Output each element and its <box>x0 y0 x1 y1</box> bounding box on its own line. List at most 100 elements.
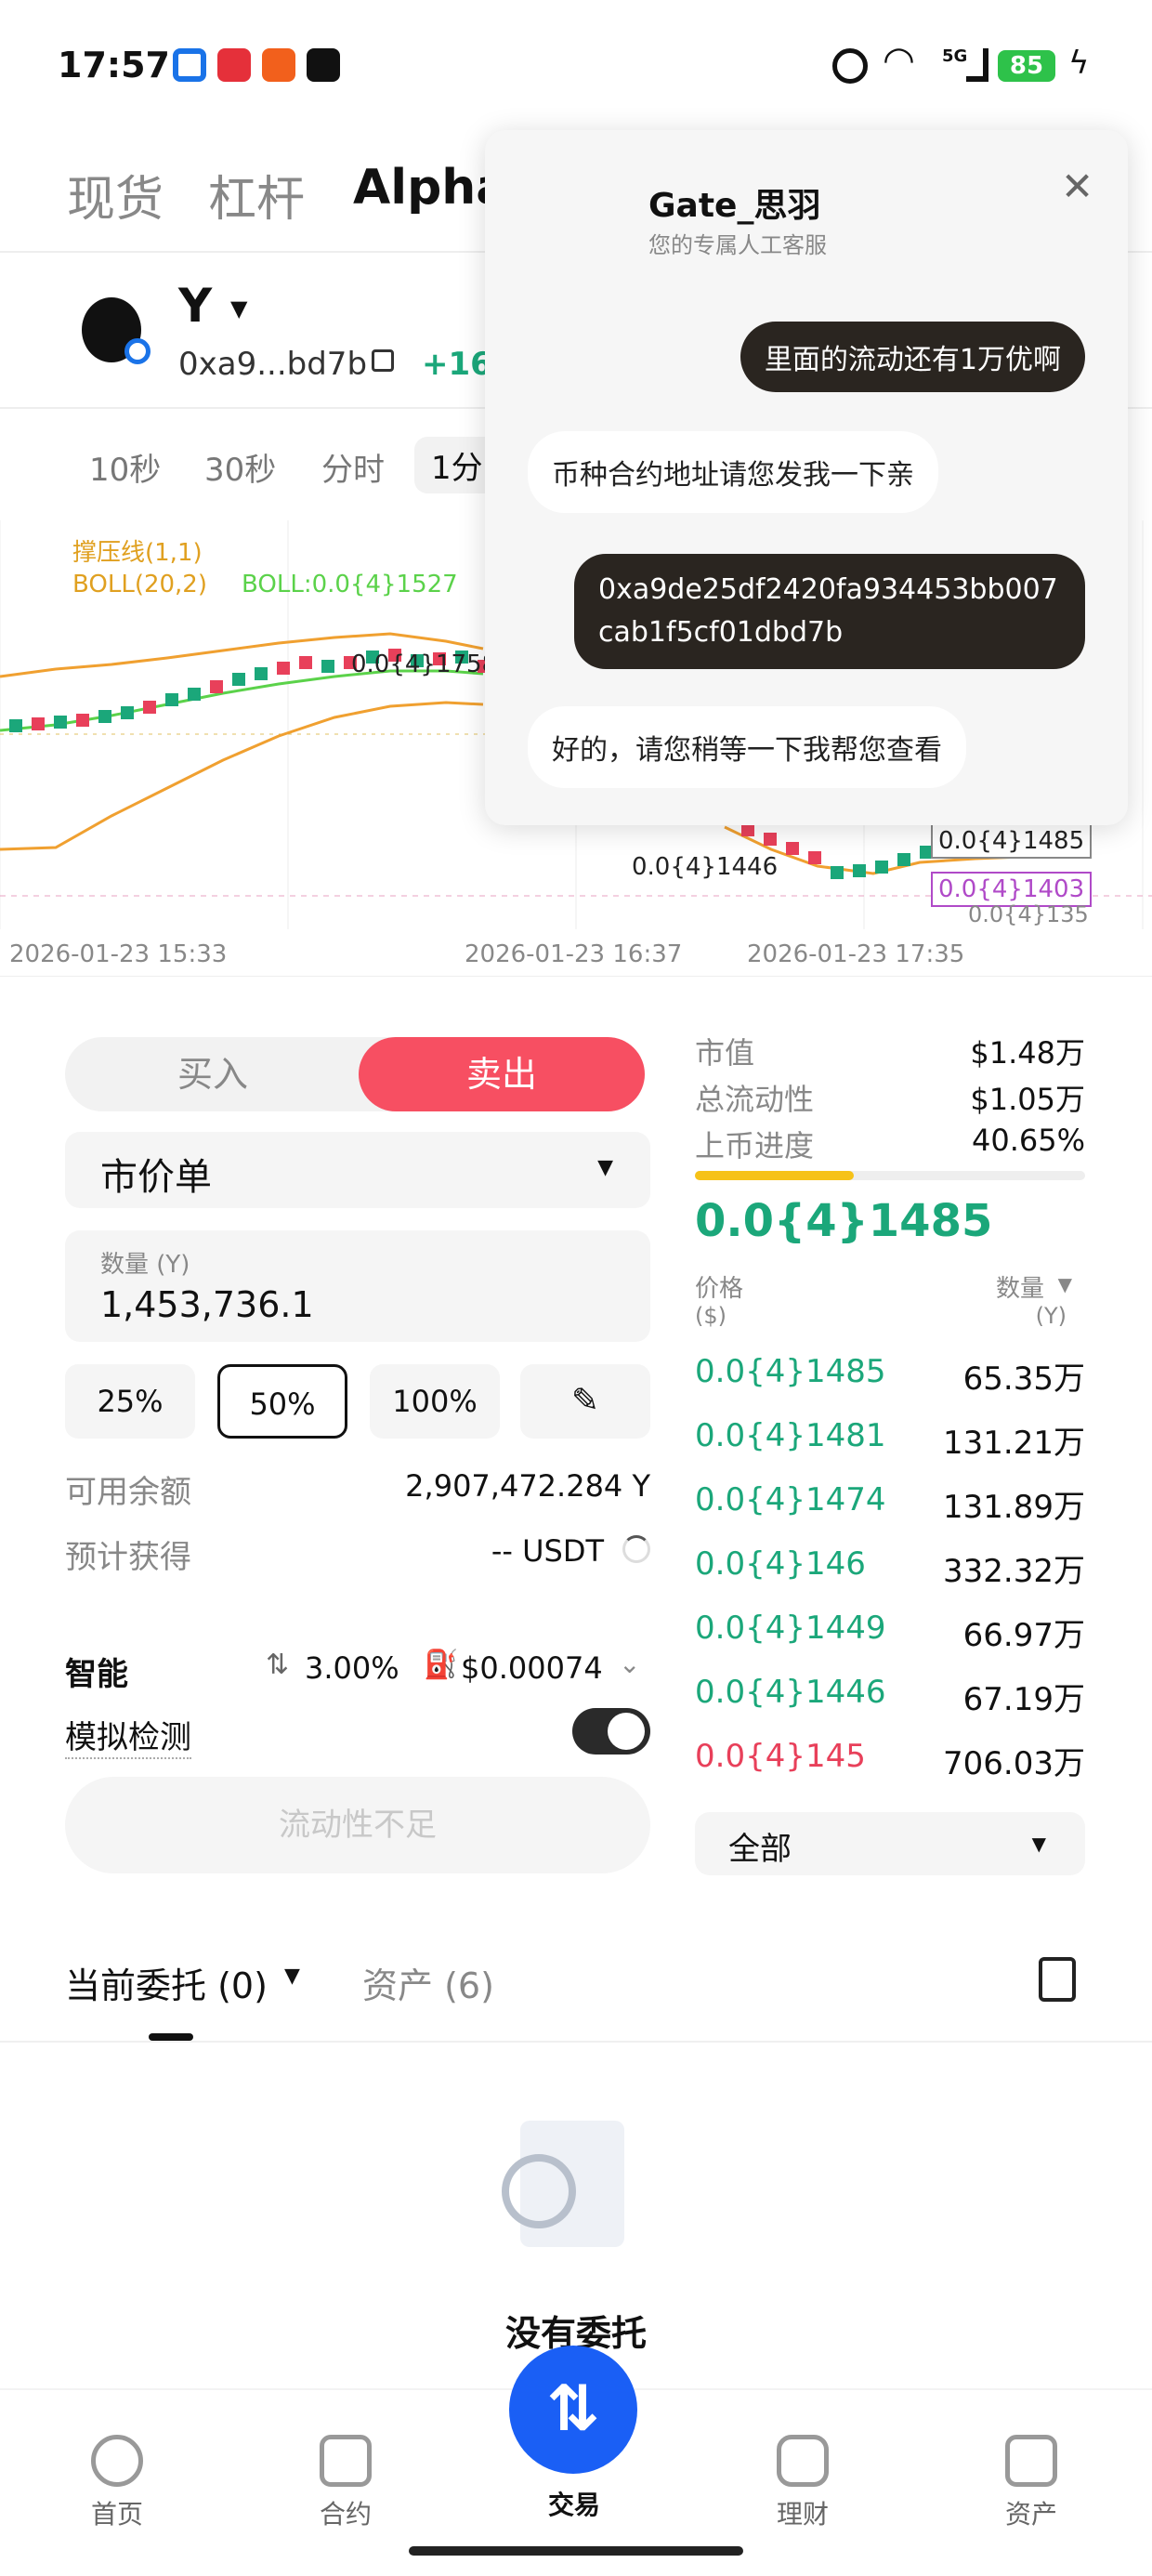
candle <box>277 662 290 675</box>
orderbook-qty: 67.19万 <box>962 1681 1085 1718</box>
nav-home[interactable]: 首页 <box>61 2435 173 2531</box>
candle <box>853 864 866 877</box>
nav-earn[interactable]: 理财 <box>747 2435 858 2531</box>
gas-pump-icon: ⛽ <box>424 1649 459 1681</box>
nav-assets[interactable]: 资产 <box>975 2435 1087 2531</box>
tab-indicator <box>149 2033 193 2041</box>
order-type-value: 市价单 <box>100 1156 212 1199</box>
close-icon[interactable]: ✕ <box>1061 164 1093 209</box>
orderbook-row[interactable]: 0.0{4}1449 66.97万 <box>695 1610 1085 1656</box>
token-address: 0xa9...bd7b <box>178 346 368 383</box>
slippage-icon: ⇅ <box>266 1649 290 1681</box>
smart-label: 智能 <box>65 1656 128 1693</box>
slippage-value[interactable]: 3.00% <box>305 1650 399 1686</box>
quantity-field[interactable]: 数量 (Y) 1,453,736.1 <box>65 1230 650 1342</box>
candle <box>54 716 67 729</box>
candle <box>32 717 45 730</box>
price-header: 价格 <box>695 1275 744 1303</box>
chart-high-marker: 0.0{4}1758 <box>351 651 498 678</box>
orderbook-qty: 131.21万 <box>943 1425 1085 1462</box>
timeframe-30s[interactable]: 30秒 <box>204 444 276 490</box>
sell-tab[interactable]: 卖出 <box>359 1037 645 1111</box>
submit-button[interactable]: 流动性不足 <box>65 1777 650 1873</box>
price-unit: ($) <box>695 1303 727 1329</box>
price-tag-partial: 0.0{4}135 <box>968 901 1089 927</box>
candle <box>808 851 821 864</box>
available-label: 可用余额 <box>65 1474 191 1511</box>
caret-down-icon[interactable]: ▼ <box>1058 1273 1072 1295</box>
caret-down-icon[interactable]: ▼ <box>284 1965 300 1988</box>
candle <box>875 861 888 874</box>
wallet-icon <box>1005 2435 1057 2487</box>
token-symbol[interactable]: Y <box>178 279 212 333</box>
orderbook-price: 0.0{4}1481 <box>695 1417 886 1454</box>
boll-lower-line <box>0 701 484 851</box>
tab-spot[interactable]: 现货 <box>67 160 164 230</box>
orderbook-filter-value: 全部 <box>728 1831 792 1868</box>
nav-futures-label: 合约 <box>319 2499 372 2530</box>
chain-badge-icon <box>124 338 151 364</box>
candle <box>98 710 111 723</box>
progress-fill <box>695 1171 854 1180</box>
qty-header: 数量 <box>995 1275 1044 1303</box>
candle <box>764 833 777 846</box>
timeframe-10s[interactable]: 10秒 <box>89 444 161 490</box>
x-axis-label: 2026-01-23 15:33 <box>9 940 228 968</box>
nav-futures[interactable]: 合约 <box>290 2435 401 2531</box>
x-axis-label: 2026-01-23 16:37 <box>465 940 683 968</box>
timeframe-line[interactable]: 分时 <box>321 444 385 490</box>
nav-assets-label: 资产 <box>1004 2499 1057 2530</box>
orderbook-row[interactable]: 0.0{4}1481 131.21万 <box>695 1417 1085 1464</box>
price-change: +16 <box>422 346 492 383</box>
pct-50-button[interactable]: 50% <box>217 1364 347 1439</box>
sim-check-toggle[interactable] <box>572 1708 650 1755</box>
sim-check-label: 模拟检测 <box>65 1712 191 1759</box>
copy-icon[interactable] <box>372 349 394 372</box>
money-bag-icon <box>777 2435 829 2487</box>
candle <box>9 719 22 732</box>
tab-margin[interactable]: 杠杆 <box>208 160 305 230</box>
orderbook-row[interactable]: 0.0{4}1474 131.89万 <box>695 1481 1085 1528</box>
candle <box>121 706 134 719</box>
chat-message-user: 里面的流动还有1万优啊 <box>740 322 1085 392</box>
orderbook-qty: 332.32万 <box>943 1553 1085 1590</box>
chevron-down-icon: ▼ <box>597 1156 613 1179</box>
fee-value[interactable]: $0.00074 <box>461 1650 603 1686</box>
orderbook-filter-select[interactable]: 全部 ▼ <box>695 1812 1085 1875</box>
home-indicator <box>409 2546 743 2556</box>
toggle-knob <box>608 1713 645 1750</box>
buy-tab[interactable]: 买入 <box>65 1037 360 1111</box>
nav-trade-label[interactable]: 交易 <box>518 2485 630 2522</box>
mcap-value: $1.48万 <box>970 1035 1085 1071</box>
futures-icon <box>320 2435 372 2487</box>
pct-100-button[interactable]: 100% <box>370 1364 500 1439</box>
edit-amount-button[interactable]: ✎ <box>520 1364 650 1439</box>
candle <box>786 842 799 855</box>
order-type-select[interactable]: 市价单 ▼ <box>65 1132 650 1208</box>
chat-message-agent: 币种合约地址请您发我一下亲 <box>528 431 938 513</box>
support-chat-popup[interactable]: Gate_思羽 您的专属人工客服 ✕ 里面的流动还有1万优啊 币种合约地址请您发… <box>485 130 1128 825</box>
candle <box>232 673 245 686</box>
candle <box>165 693 178 706</box>
order-history-icon[interactable] <box>1039 1957 1076 2002</box>
orderbook-qty: 706.03万 <box>943 1745 1085 1782</box>
app-notification-icon <box>262 48 295 82</box>
orderbook-row[interactable]: 0.0{4}1446 67.19万 <box>695 1674 1085 1720</box>
app-notification-icon <box>173 48 206 82</box>
trade-icon[interactable]: ⇅ <box>509 2346 637 2474</box>
indicator-label: BOLL:0.0{4}1527 <box>242 571 458 598</box>
tab-current-orders[interactable]: 当前委托 (0) <box>65 1957 268 2008</box>
orderbook-row[interactable]: 0.0{4}146 332.32万 <box>695 1545 1085 1592</box>
available-value: 2,907,472.284 Y <box>405 1468 650 1504</box>
candle <box>299 656 312 669</box>
pct-25-button[interactable]: 25% <box>65 1364 195 1439</box>
chevron-down-icon[interactable]: ⌄ <box>619 1649 640 1679</box>
liquidity-label: 总流动性 <box>695 1082 815 1117</box>
orderbook-row[interactable]: 0.0{4}145 706.03万 <box>695 1738 1085 1784</box>
token-dropdown-icon[interactable]: ▼ <box>230 296 247 322</box>
qty-unit: (Y) <box>1035 1303 1067 1329</box>
candle <box>76 714 89 727</box>
orderbook-row[interactable]: 0.0{4}1485 65.35万 <box>695 1353 1085 1400</box>
tab-assets[interactable]: 资产 (6) <box>362 1957 494 2008</box>
home-icon <box>91 2435 143 2487</box>
